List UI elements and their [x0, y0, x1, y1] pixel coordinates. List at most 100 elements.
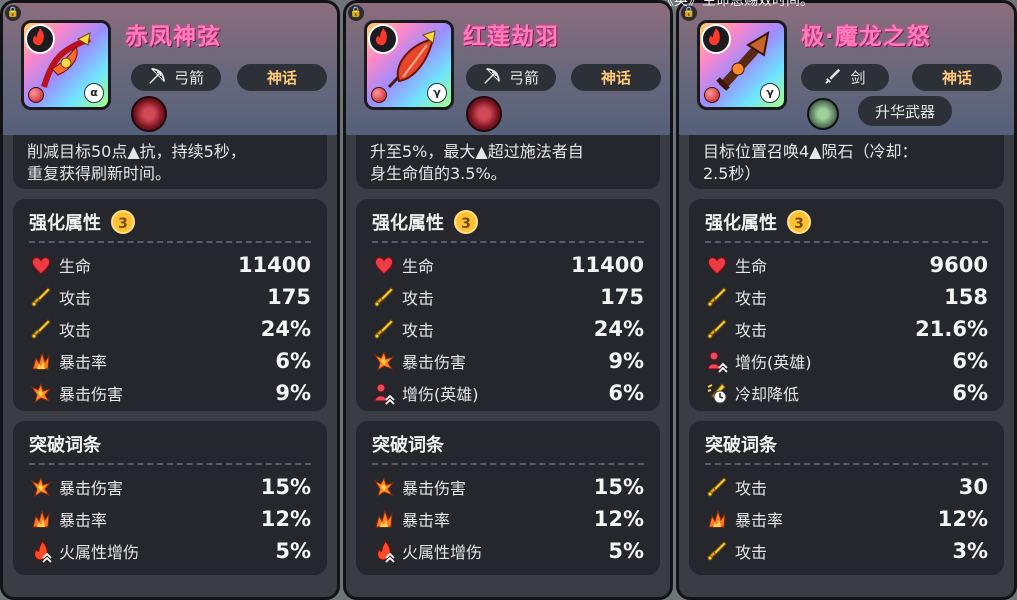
cooldown-icon: [705, 381, 729, 405]
stat-label: 暴击伤害: [402, 353, 467, 372]
demon-emblem-icon[interactable]: [466, 96, 502, 132]
crit-damage-icon: [372, 349, 396, 373]
tier-badge: γ: [427, 83, 447, 103]
stat-label: 暴击率: [59, 353, 108, 372]
enhance-level-badge: 3: [787, 210, 811, 234]
stat-row: 火属性增伤 5%: [29, 535, 311, 567]
stat-row: 暴击率 12%: [372, 503, 644, 535]
weapon-card[interactable]: 🔒 α 赤凤神弦 弓箭 神话 削减目标50点▲抗，持续5秒， 重复获得刷新时间。…: [0, 0, 340, 600]
enhance-panel: 强化属性 3 生命 9600 攻击 158 攻击 21.6% 增伤(英雄) 6%…: [689, 199, 1004, 411]
stat-row: 攻击 24%: [372, 313, 644, 345]
weapon-type-pill: 弓箭: [466, 64, 556, 91]
stat-value: 15%: [593, 475, 644, 499]
breakthrough-panel: 突破词条 攻击 30 暴击率 12% 攻击 3%: [689, 421, 1004, 575]
breakthrough-title: 突破词条: [29, 435, 101, 456]
stat-label: 冷却降低: [735, 385, 800, 404]
weapon-card[interactable]: 🔒 γ 极·魔龙之怒 剑 神话 升华武器 目标位置召唤4▲陨石（冷却： 2.5秒…: [676, 0, 1017, 600]
rarity-pill: 神话: [571, 64, 661, 91]
stat-value: 3%: [952, 539, 988, 563]
card-header: 🔒 γ 极·魔龙之怒 剑 神话 升华武器: [679, 3, 1014, 135]
stat-row: 暴击率 6%: [29, 345, 311, 377]
rarity-pill: 神话: [912, 64, 1002, 91]
stat-row: 攻击 24%: [29, 313, 311, 345]
weapon-portrait[interactable]: γ: [697, 20, 787, 110]
stat-label: 暴击率: [735, 511, 784, 530]
stat-value: 175: [600, 285, 644, 309]
stat-row: 攻击 175: [29, 281, 311, 313]
description-line: 2.5秒）: [703, 164, 761, 183]
weapon-type-label: 弓箭: [173, 69, 204, 87]
weapon-name: 红莲劫羽: [463, 24, 559, 50]
stat-value: 11400: [237, 253, 311, 277]
stat-label: 攻击: [402, 321, 435, 340]
stat-label: 暴击伤害: [59, 479, 124, 498]
stat-row: 攻击 30: [705, 471, 988, 503]
weapon-portrait[interactable]: α: [21, 20, 111, 110]
weapon-type-pill: 剑: [801, 64, 889, 91]
stat-label: 暴击伤害: [59, 385, 124, 404]
attack-icon: [705, 539, 729, 563]
stat-value: 6%: [952, 349, 988, 373]
stat-label: 攻击: [59, 289, 92, 308]
rarity-pill: 神话: [237, 64, 327, 91]
attack-icon: [372, 317, 396, 341]
stat-label: 生命: [402, 257, 435, 276]
lock-icon[interactable]: 🔒: [5, 5, 21, 21]
stat-label: 火属性增伤: [59, 543, 140, 562]
hero-boost-icon: [705, 349, 729, 373]
bow-icon: [148, 67, 174, 89]
attack-icon: [29, 285, 53, 309]
weapon-type-label: 弓箭: [508, 69, 539, 87]
stat-value: 6%: [608, 381, 644, 405]
frog-emblem-icon[interactable]: [807, 98, 839, 130]
weapon-type-pill: 弓箭: [131, 64, 221, 91]
crit-damage-icon: [372, 475, 396, 499]
divider: [705, 463, 988, 465]
divider: [29, 463, 311, 465]
stat-label: 攻击: [402, 289, 435, 308]
heart-icon: [705, 253, 729, 277]
description-line: 削减目标50点▲抗，持续5秒，: [27, 142, 246, 161]
description-line: 身生命值的3.5%。: [370, 164, 507, 183]
red-orb-icon: [371, 87, 387, 103]
attack-icon: [705, 285, 729, 309]
description-line: 目标位置召唤4▲陨石（冷却：: [703, 142, 918, 161]
stat-value: 24%: [260, 317, 311, 341]
stat-label: 攻击: [59, 321, 92, 340]
weapon-name: 赤凤神弦: [125, 24, 221, 50]
fire-boost-icon: [29, 539, 53, 563]
attack-icon: [705, 475, 729, 499]
stat-row: 暴击率 12%: [705, 503, 988, 535]
stat-value: 24%: [593, 317, 644, 341]
stat-label: 暴击率: [59, 511, 108, 530]
stat-label: 生命: [59, 257, 92, 276]
weapon-portrait[interactable]: γ: [364, 20, 454, 110]
stat-value: 9%: [608, 349, 644, 373]
stat-label: 暴击率: [402, 511, 451, 530]
stat-row: 生命 9600: [705, 249, 988, 281]
top-fragment: 《英》生命恩赐效时间。: [660, 0, 814, 9]
enhance-title: 强化属性: [705, 213, 777, 234]
enhance-level-badge: 3: [454, 210, 478, 234]
stat-label: 攻击: [735, 289, 768, 308]
stat-row: 火属性增伤 5%: [372, 535, 644, 567]
stat-value: 11400: [570, 253, 644, 277]
stat-value: 21.6%: [915, 317, 988, 341]
attack-icon: [29, 317, 53, 341]
stat-row: 暴击伤害 9%: [29, 377, 311, 409]
upgrade-weapon-button[interactable]: 升华武器: [858, 96, 952, 126]
stat-value: 30: [958, 475, 988, 499]
weapon-card[interactable]: 🔒 γ 红莲劫羽 弓箭 神话 升至5%，最大▲超过施法者自 身生命值的3.5%。…: [343, 0, 673, 600]
lock-icon[interactable]: 🔒: [348, 5, 364, 21]
description-line: 升至5%，最大▲超过施法者自: [370, 142, 584, 161]
weapon-name: 极·魔龙之怒: [801, 24, 931, 50]
stat-value: 12%: [593, 507, 644, 531]
breakthrough-title: 突破词条: [705, 435, 777, 456]
card-header: 🔒 α 赤凤神弦 弓箭 神话: [3, 3, 337, 135]
fire-element-icon: [368, 24, 398, 54]
fire-boost-icon: [372, 539, 396, 563]
hero-boost-icon: [372, 381, 396, 405]
crit-damage-icon: [29, 475, 53, 499]
demon-emblem-icon[interactable]: [131, 96, 167, 132]
stat-label: 火属性增伤: [402, 543, 483, 562]
